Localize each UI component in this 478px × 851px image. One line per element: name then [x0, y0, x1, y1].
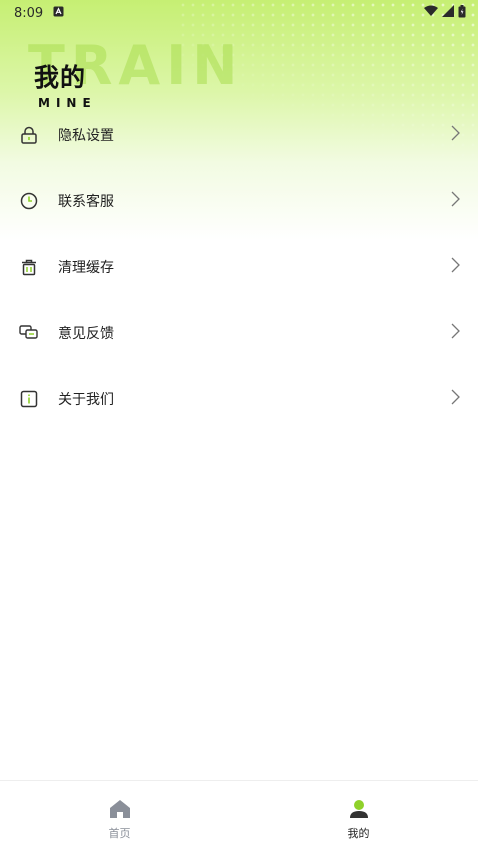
page-title: 我的 — [34, 63, 87, 92]
bottom-tab-bar: 首页 我的 — [0, 780, 478, 851]
chevron-right-icon — [451, 191, 460, 211]
menu-item-about-us[interactable]: 关于我们 — [0, 366, 478, 432]
lock-icon — [18, 124, 40, 146]
home-icon — [109, 799, 131, 823]
user-icon — [348, 799, 370, 823]
menu-item-customer-service[interactable]: 联系客服 — [0, 168, 478, 234]
clock-icon — [18, 190, 40, 212]
a-icon — [53, 6, 64, 21]
status-time: 8:09 — [14, 5, 44, 21]
chevron-right-icon — [451, 125, 460, 145]
menu-item-label: 清理缓存 — [58, 260, 114, 276]
chat-icon — [18, 322, 40, 344]
info-icon — [18, 388, 40, 410]
tab-mine[interactable]: 我的 — [239, 781, 478, 851]
menu-item-feedback[interactable]: 意见反馈 — [0, 300, 478, 366]
menu-item-label: 联系客服 — [58, 194, 114, 210]
menu-item-label: 隐私设置 — [58, 128, 114, 144]
tab-home[interactable]: 首页 — [0, 781, 239, 851]
signal-icon — [442, 5, 454, 21]
menu-item-label: 关于我们 — [58, 392, 114, 408]
chevron-right-icon — [451, 323, 460, 343]
trash-icon — [18, 256, 40, 278]
tab-label: 首页 — [108, 827, 131, 840]
menu-item-privacy[interactable]: 隐私设置 — [0, 102, 478, 168]
tab-label: 我的 — [347, 827, 370, 840]
chevron-right-icon — [451, 389, 460, 409]
menu-item-clear-cache[interactable]: 清理缓存 — [0, 234, 478, 300]
wifi-icon — [424, 5, 438, 21]
settings-menu: 隐私设置 联系客服 清理缓存 意见反馈 关于我们 — [0, 102, 478, 432]
chevron-right-icon — [451, 257, 460, 277]
status-bar: 8:09 — [0, 0, 478, 26]
battery-icon — [458, 4, 466, 22]
menu-item-label: 意见反馈 — [58, 326, 114, 342]
